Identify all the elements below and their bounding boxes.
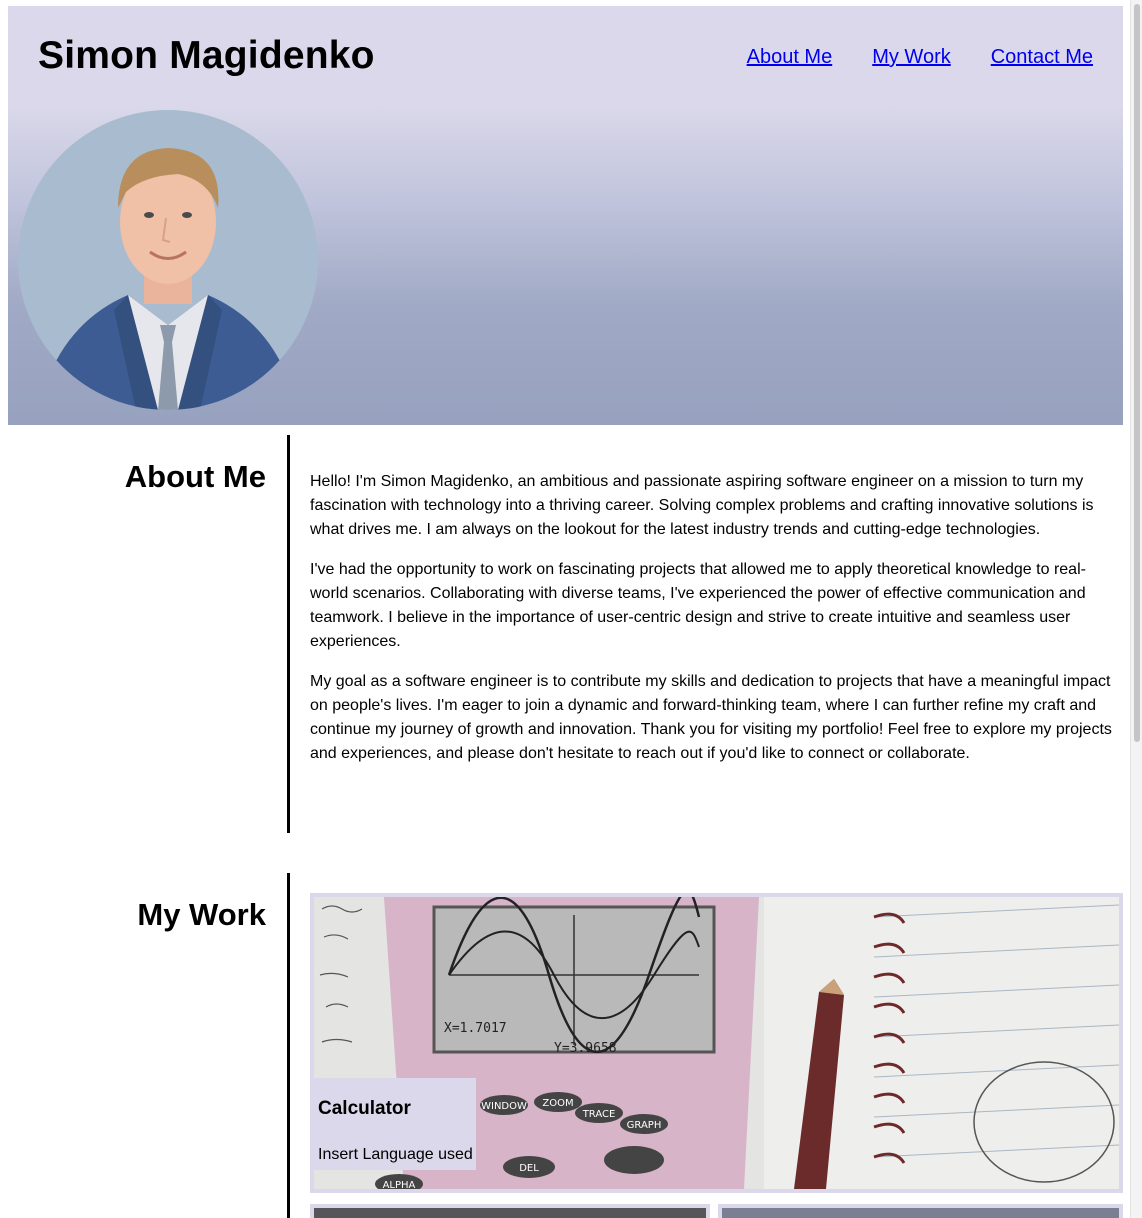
project-card-calculator[interactable]: X=1.7017 Y=3.9658 WINDOW ZOOM TRACE GRAP… [310,893,1123,1193]
project-card-next[interactable] [310,1204,710,1218]
graph-readout-x: X=1.7017 [444,1021,507,1036]
calc-key-label: ALPHA [383,1180,416,1189]
nav-link-contact[interactable]: Contact Me [991,46,1093,69]
project-title: Calculator [318,1098,411,1119]
calc-key-label: GRAPH [627,1120,662,1131]
project-card-next[interactable] [718,1204,1123,1218]
project-image [314,1208,706,1218]
about-text: Hello! I'm Simon Magidenko, an ambitious… [310,470,1118,782]
work-divider [287,873,290,1218]
nav-link-work[interactable]: My Work [872,46,951,69]
work-heading: My Work [137,897,266,932]
project-caption: Calculator Insert Language used [310,1078,476,1170]
project-language: Insert Language used [318,1146,473,1163]
site-title: Simon Magidenko [38,34,375,77]
project-image [722,1208,1119,1218]
about-paragraph: Hello! I'm Simon Magidenko, an ambitious… [310,473,1094,538]
about-divider [287,435,290,833]
hero-header: Simon Magidenko About Me My Work Contact… [8,6,1123,425]
calc-key-label: DEL [519,1163,539,1174]
about-section: About Me Hello! I'm Simon Magidenko, an … [8,435,1123,833]
calc-key-label: WINDOW [481,1101,527,1112]
about-paragraph: My goal as a software engineer is to con… [310,673,1112,762]
top-nav: About Me My Work Contact Me [747,46,1093,69]
page-scrollbar[interactable] [1130,0,1142,1218]
nav-link-about[interactable]: About Me [747,46,833,69]
about-heading: About Me [124,459,266,494]
profile-photo [18,110,318,410]
graph-readout-y: Y=3.9658 [554,1041,617,1056]
calc-key-label: ZOOM [542,1098,573,1109]
work-section: My Work X=1.7017 Y=3.9658 WINDOW ZOOM TR… [8,873,1123,1218]
scrollbar-thumb[interactable] [1134,4,1140,742]
calc-key-label: TRACE [582,1109,616,1120]
about-paragraph: I've had the opportunity to work on fasc… [310,561,1086,650]
